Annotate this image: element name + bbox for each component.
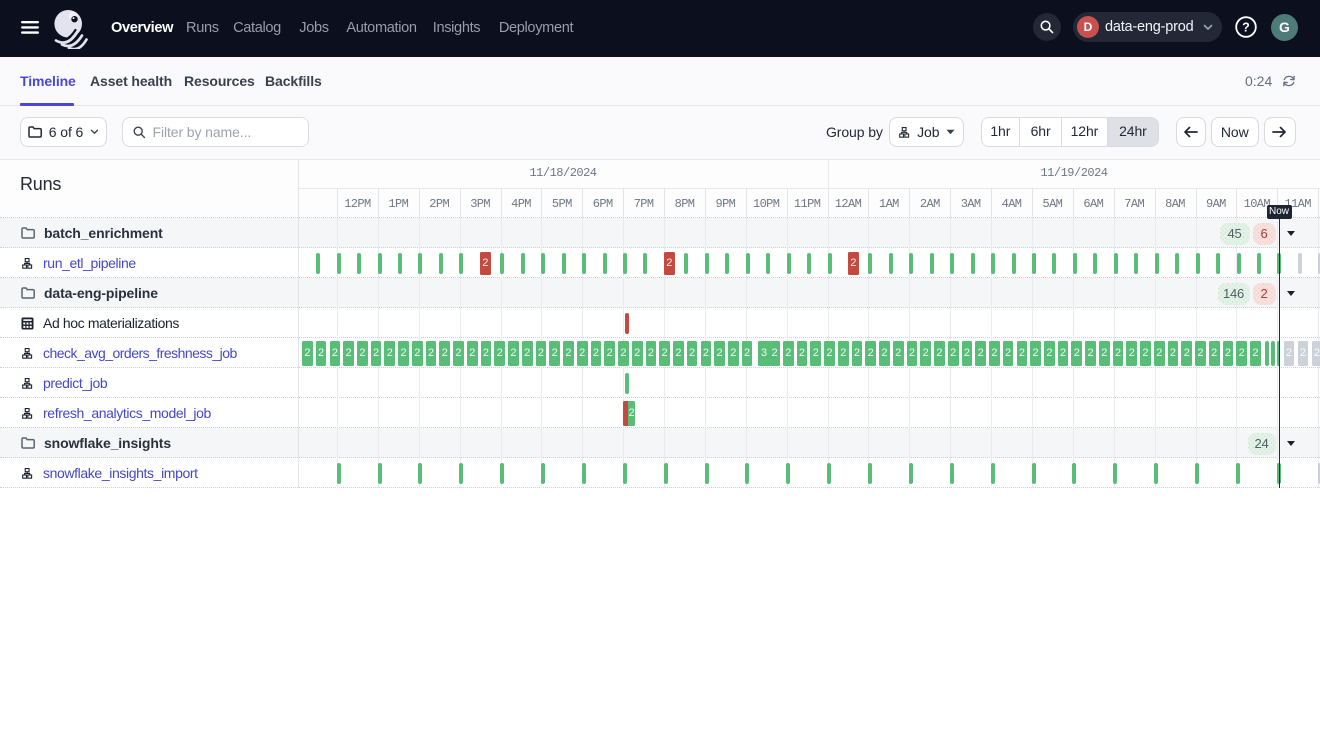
svg-text:?: ? (1242, 20, 1250, 34)
